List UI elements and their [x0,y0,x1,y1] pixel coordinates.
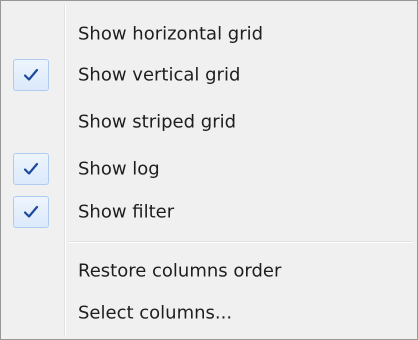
menu-item-label: Restore columns order [78,260,282,282]
menu-item-show-log[interactable]: Show log [5,149,413,189]
check-indicator [13,196,49,228]
menu-separator [69,241,413,243]
check-indicator [13,153,49,185]
checkmark-icon [23,205,39,218]
menu-item-label: Show striped grid [78,111,237,133]
checkmark-icon [23,162,39,175]
menu-item-label: Show horizontal grid [78,23,264,45]
menu-item-show-striped-grid[interactable]: Show striped grid [5,102,413,142]
menu-item-show-filter[interactable]: Show filter [5,192,413,232]
menu-item-show-horizontal-grid[interactable]: Show horizontal grid [5,14,413,54]
checkmark-icon [23,68,39,81]
menu-item-label: Select columns... [78,302,233,324]
menu-item-restore-columns-order[interactable]: Restore columns order [5,251,413,291]
menu-item-label: Show vertical grid [78,64,241,86]
menu-item-show-vertical-grid[interactable]: Show vertical grid [5,55,413,95]
menu-item-select-columns[interactable]: Select columns... [5,293,413,333]
check-indicator [13,59,49,91]
context-menu: Show horizontal grid Show vertical grid … [0,0,418,340]
menu-item-label: Show filter [78,201,175,223]
menu-item-label: Show log [78,158,160,180]
